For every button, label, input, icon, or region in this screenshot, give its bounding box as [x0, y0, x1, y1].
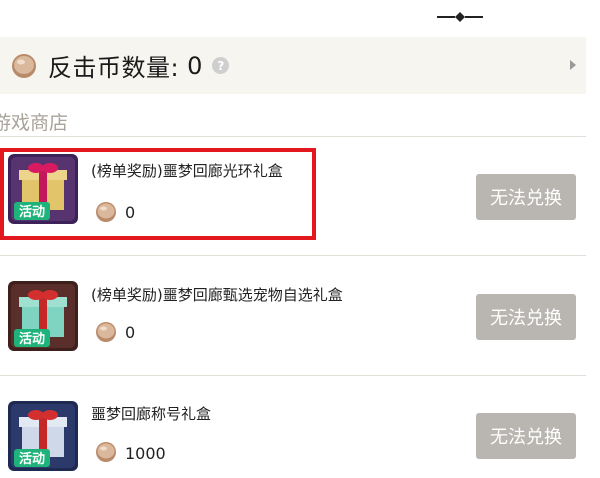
redeem-button[interactable]: 无法兑换 — [476, 294, 576, 340]
item-name: (榜单奖励)噩梦回廊甄选宠物自选礼盒 — [91, 286, 343, 304]
coin-icon — [96, 322, 116, 342]
gift-box-icon: 活动 — [8, 281, 78, 351]
shop-section-title: 游戏商店 — [0, 112, 69, 134]
redeem-button[interactable]: 无法兑换 — [476, 174, 576, 220]
coin-icon — [96, 442, 116, 462]
coin-balance-bar[interactable]: 反击币数量: 0 ? — [0, 37, 586, 94]
caret-right-icon[interactable] — [570, 60, 576, 70]
coin-count-value: 0 — [187, 51, 203, 80]
shop-item: 活动 噩梦回廊称号礼盒 1000 无法兑换 — [0, 376, 586, 478]
coin-count-label: 反击币数量: — [48, 54, 180, 82]
question-icon[interactable]: ? — [212, 57, 230, 74]
coin-icon — [12, 53, 36, 78]
redeem-button[interactable]: 无法兑换 — [476, 413, 576, 459]
gift-box-icon: 活动 — [8, 401, 78, 471]
svg-text:活动: 活动 — [19, 331, 45, 347]
item-price: 0 — [125, 323, 136, 342]
item-name: 噩梦回廊称号礼盒 — [91, 405, 212, 423]
game-shop-page: 反击币数量: 0 ? 游戏商店 活动 (榜单奖励)噩梦回廊光环礼盒 0 无法兑换 — [0, 0, 600, 478]
highlight-annotation-box — [0, 148, 316, 240]
shop-item: 活动 (榜单奖励)噩梦回廊甄选宠物自选礼盒 0 无法兑换 — [0, 256, 586, 374]
item-price: 1000 — [125, 444, 166, 463]
svg-text:活动: 活动 — [19, 451, 45, 467]
ornament-icon — [437, 12, 483, 22]
